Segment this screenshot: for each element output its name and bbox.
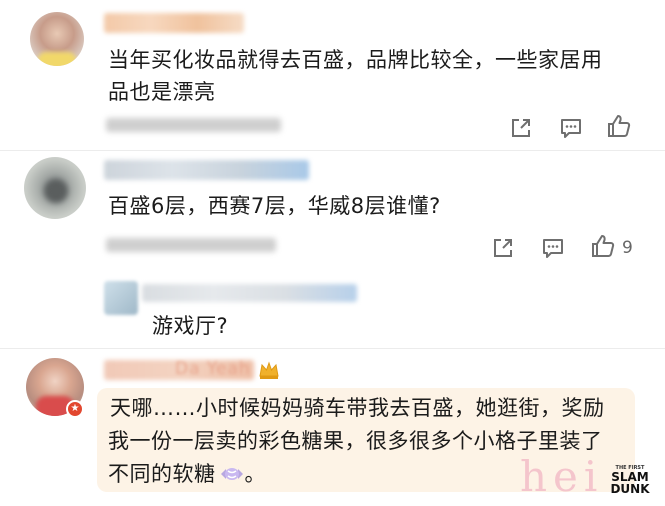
username-redacted[interactable]	[104, 160, 309, 180]
divider	[0, 150, 665, 151]
thumbs-up-icon[interactable]	[590, 233, 616, 259]
comment-icon[interactable]	[540, 235, 566, 261]
watermark-logo: THE FIRST SLAM DUNK	[610, 465, 650, 496]
username-visible[interactable]: Da Yeah	[175, 359, 251, 379]
candy-emoji	[219, 461, 245, 481]
comment-text-line: 天哪……小时候妈妈骑车带我去百盛，她逛街，奖励	[110, 396, 605, 420]
comment-text-line: 当年买化妆品就得去百盛，品牌比较全，一些家居用	[108, 48, 603, 72]
watermark-text: hei	[520, 452, 604, 501]
avatar[interactable]	[30, 12, 84, 66]
comment-icon[interactable]	[558, 115, 584, 141]
reply-text: 游戏厅?	[152, 314, 229, 338]
reply-username-redacted[interactable]	[142, 284, 357, 302]
verified-badge-icon: ★	[66, 400, 84, 418]
avatar[interactable]	[24, 157, 86, 219]
comment-text-line: 不同的软糖。	[108, 461, 266, 486]
comment-text: 百盛6层，西赛7层，华威8层谁懂?	[108, 194, 441, 218]
share-icon[interactable]	[508, 115, 534, 141]
thumbs-up-icon[interactable]	[606, 113, 632, 139]
comment-meta-redacted	[106, 118, 281, 132]
share-icon[interactable]	[490, 235, 516, 261]
comment-meta-redacted	[106, 238, 276, 252]
crown-badge-icon	[258, 360, 280, 380]
reply-avatar[interactable]	[104, 281, 138, 315]
divider	[0, 348, 665, 349]
comment-text-line: 品也是漂亮	[108, 80, 216, 104]
like-count: 9	[622, 238, 633, 258]
username-redacted[interactable]	[104, 13, 244, 33]
